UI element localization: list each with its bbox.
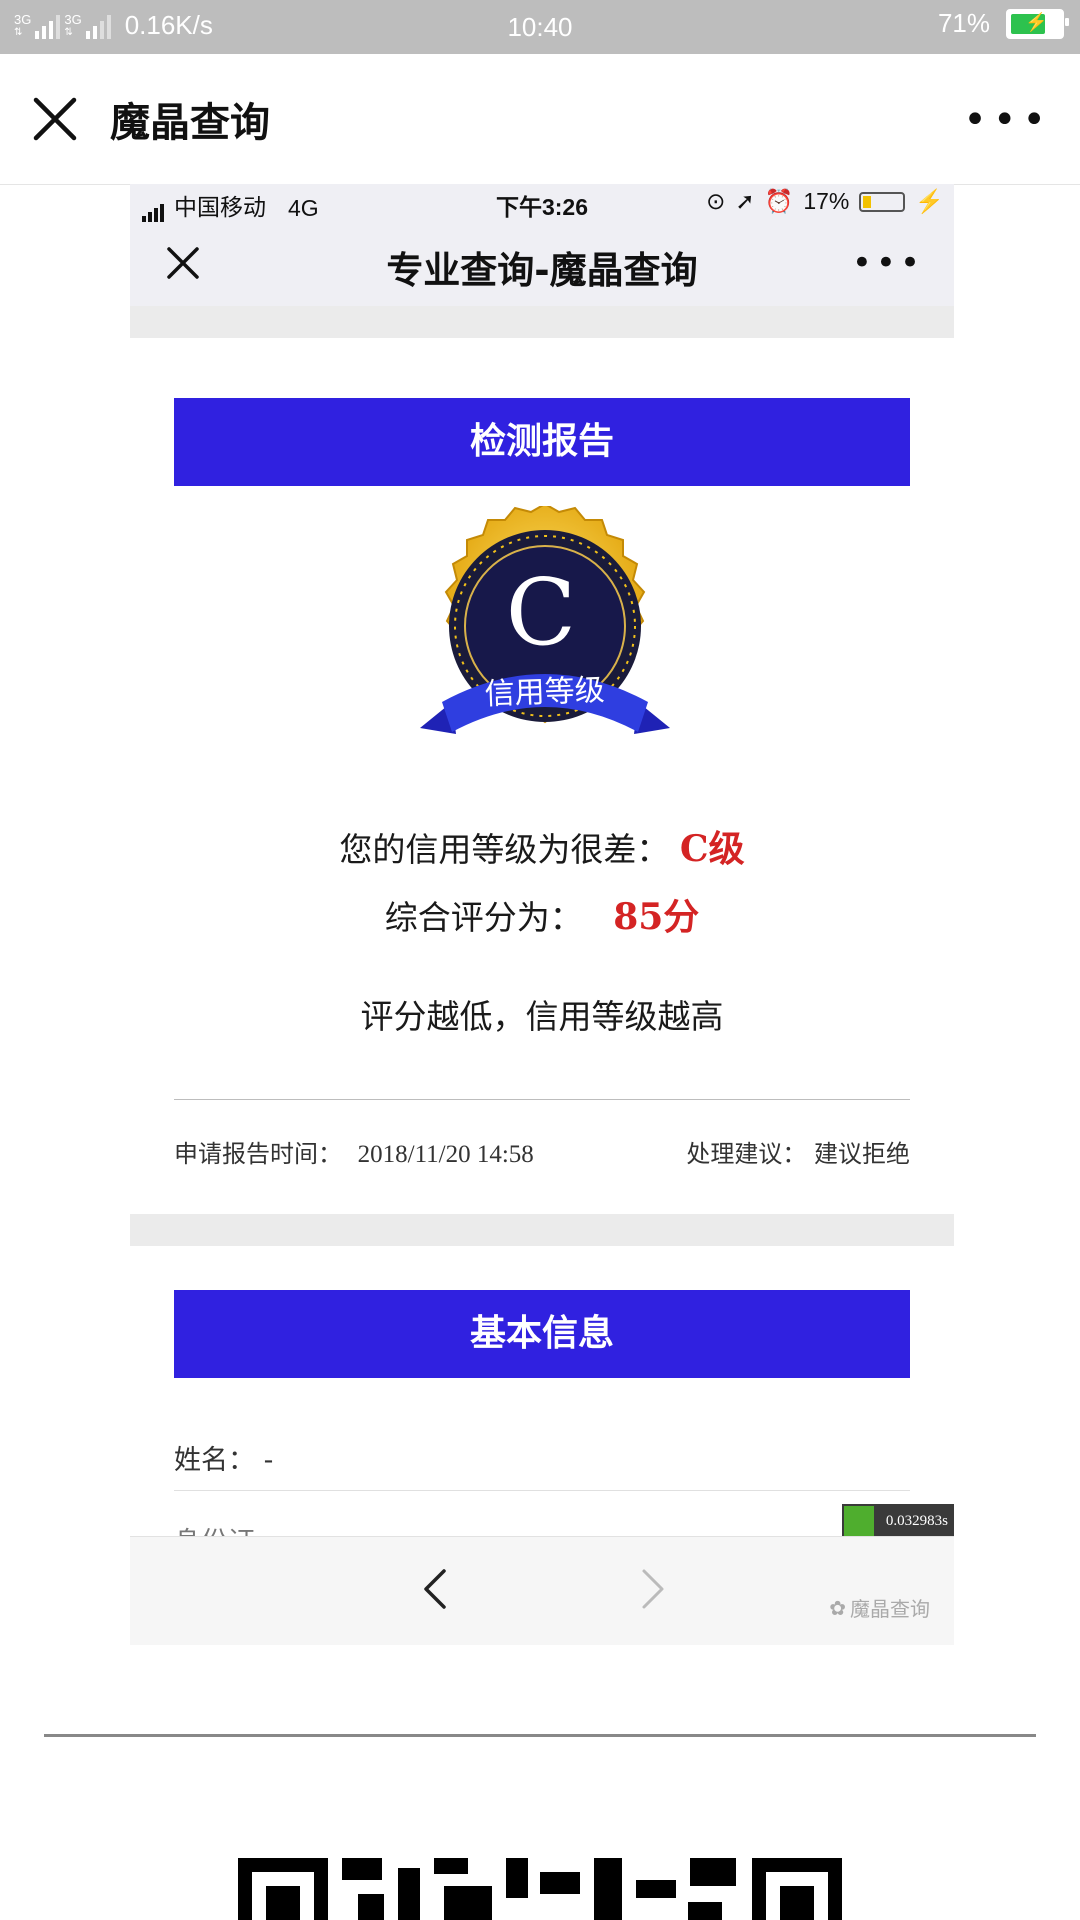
advice-label: 处理建议： [686,1140,807,1168]
report-time-value: 2018/11/20 14:58 [357,1141,534,1168]
report-time-label: 申请报告时间： [174,1140,342,1168]
credit-level-value: C级 [679,828,745,870]
watermark: ✿ 魔晶查询 [829,1593,930,1622]
section-spacer [130,306,954,338]
basic-info-header: 基本信息 [174,1290,910,1378]
forward-arrow-icon[interactable] [638,1567,668,1611]
handling-advice: 处理建议： 建议拒绝 [686,1134,910,1169]
separator-line [44,1734,1036,1737]
status-right: 71% ⚡ [937,8,1069,39]
charging-icon: ⚡ [915,188,944,214]
badge-ribbon-text: 信用等级 [484,673,605,712]
timer-logo-icon [844,1506,874,1536]
section-spacer-2 [130,1214,954,1246]
score-label: 综合评分为： [384,898,583,937]
rotation-lock-icon: ⊙ [706,188,726,214]
more-icon[interactable]: ••• [963,100,1052,140]
inner-status-bar: 中国移动 4G 下午3:26 ⊙ ➚ ⏰ 17% ⚡ [130,184,954,222]
credit-level-badge: C 信用等级 [420,506,670,734]
name-label: 姓名： [174,1445,255,1476]
id-row-partial: 身份证 [174,1520,255,1536]
browser-toolbar: ✿ 魔晶查询 [130,1536,954,1645]
report-time: 申请报告时间： 2018/11/20 14:58 [174,1134,534,1169]
badge-letter: C [506,559,576,666]
wechat-icon: ✿ [829,1595,846,1620]
report-header: 检测报告 [174,398,910,486]
embedded-screenshot: 中国移动 4G 下午3:26 ⊙ ➚ ⏰ 17% ⚡ 专业查询-魔晶查询 •••… [130,184,954,1645]
score-note: 评分越低，信用等级越高 [360,997,724,1036]
outer-nav-bar: 魔晶查询 ••• [0,54,1080,185]
name-row: 姓名： - [174,1438,273,1477]
battery-icon: ⚡ [1006,8,1069,39]
alarm-icon: ⏰ [764,188,794,214]
credit-level-line: 您的信用等级为很差： C级 [130,820,954,872]
advice-value: 建议拒绝 [814,1140,910,1168]
row-divider [174,1490,910,1491]
name-value: - [263,1445,274,1476]
score-value: 85分 [613,896,700,938]
status-bar: 3G ⇅ 3G ⇅ 0.16K/s 10:40 71% ⚡ [0,0,1080,54]
score-line: 综合评分为： 85分 [130,888,954,940]
inner-nav-bar: 专业查询-魔晶查询 ••• [130,222,954,307]
inner-page-title: 专业查询-魔晶查询 [386,249,698,292]
status-time: 10:40 [507,12,573,42]
divider [174,1099,910,1100]
location-icon: ➚ [735,188,755,214]
close-icon[interactable] [32,96,78,142]
back-arrow-icon[interactable] [420,1567,450,1611]
inner-battery-icon [859,191,906,212]
timer-value: 0.032983s [885,1513,948,1529]
inner-battery-percent: 17% [803,188,850,214]
credit-level-label: 您的信用等级为很差： [339,830,670,869]
watermark-text: 魔晶查询 [850,1597,930,1621]
load-timer: 0.032983s [842,1504,954,1538]
inner-more-icon[interactable]: ••• [852,246,924,280]
id-label: 身份证 [174,1527,255,1536]
qr-code [238,1858,842,1920]
page-title: 魔晶查询 [110,100,270,146]
battery-percent: 71% [937,8,990,38]
